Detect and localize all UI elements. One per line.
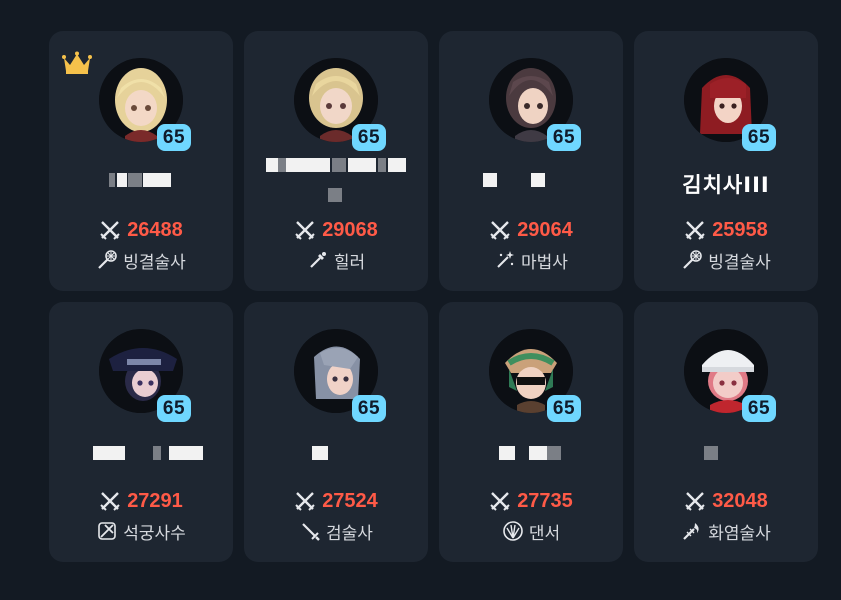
crossed-swords-icon xyxy=(685,221,705,240)
magic-wand-icon xyxy=(497,251,515,268)
combat-power: 29064 xyxy=(439,217,623,243)
combat-power: 26488 xyxy=(49,217,233,243)
player-card[interactable]: 65 27524 검술사 xyxy=(244,302,428,562)
level-badge: 65 xyxy=(157,124,191,151)
crossbow-icon xyxy=(98,522,117,540)
player-grid: 65 26488 빙결술사 65 29068 힐러 65 29064 마법사 6… xyxy=(49,31,818,562)
level-badge: 65 xyxy=(352,124,386,151)
player-card[interactable]: 65 김치사III 25958 빙결술사 xyxy=(634,31,818,291)
player-card[interactable]: 65 27735 댄서 xyxy=(439,302,623,562)
player-card[interactable]: 65 27291 석궁사수 xyxy=(49,302,233,562)
combat-power: 32048 xyxy=(634,488,818,514)
level-badge: 65 xyxy=(742,124,776,151)
crossed-swords-icon xyxy=(490,221,510,240)
combat-power-value: 25958 xyxy=(712,218,768,241)
combat-power: 25958 xyxy=(634,217,818,243)
class-label: 석궁사수 xyxy=(123,523,186,544)
player-card[interactable]: 65 29064 마법사 xyxy=(439,31,623,291)
combat-power-value: 29064 xyxy=(517,218,573,241)
class-info: 석궁사수 xyxy=(49,518,233,544)
class-info: 화염술사 xyxy=(634,518,818,544)
frost-staff-icon xyxy=(683,250,703,269)
combat-power-value: 32048 xyxy=(712,489,768,512)
player-name xyxy=(439,163,623,213)
combat-power-value: 26488 xyxy=(127,218,183,241)
player-name xyxy=(244,434,428,484)
crossed-swords-icon xyxy=(100,221,120,240)
flame-staff-icon xyxy=(683,523,699,540)
class-info: 빙결술사 xyxy=(634,247,818,273)
class-label: 댄서 xyxy=(528,523,561,544)
player-name: 김치사III xyxy=(682,173,770,197)
player-name xyxy=(49,163,233,213)
healer-wand-icon xyxy=(310,252,326,268)
combat-power-value: 29068 xyxy=(322,218,378,241)
combat-power: 29068 xyxy=(244,217,428,243)
class-label: 화염술사 xyxy=(708,523,771,544)
crossed-swords-icon xyxy=(685,492,705,511)
frost-staff-icon xyxy=(98,250,118,269)
crossed-swords-icon xyxy=(295,221,315,240)
player-card[interactable]: 65 26488 빙결술사 xyxy=(49,31,233,291)
combat-power: 27735 xyxy=(439,488,623,514)
level-badge: 65 xyxy=(157,395,191,422)
player-name xyxy=(244,158,428,213)
level-badge: 65 xyxy=(547,124,581,151)
player-name xyxy=(49,434,233,484)
class-info: 마법사 xyxy=(439,247,623,273)
class-label: 검술사 xyxy=(326,523,373,544)
combat-power: 27524 xyxy=(244,488,428,514)
combat-power-value: 27735 xyxy=(517,489,573,512)
class-label: 마법사 xyxy=(521,252,568,273)
class-label: 빙결술사 xyxy=(123,252,186,273)
level-badge: 65 xyxy=(547,395,581,422)
combat-power-value: 27524 xyxy=(322,489,378,512)
player-name xyxy=(439,434,623,484)
crossed-swords-icon xyxy=(100,492,120,511)
combat-power: 27291 xyxy=(49,488,233,514)
class-info: 빙결술사 xyxy=(49,247,233,273)
fan-icon xyxy=(503,521,523,541)
player-card[interactable]: 65 32048 화염술사 xyxy=(634,302,818,562)
level-badge: 65 xyxy=(352,395,386,422)
combat-power-value: 27291 xyxy=(127,489,183,512)
class-label: 빙결술사 xyxy=(708,252,771,273)
level-badge: 65 xyxy=(742,395,776,422)
crown-icon xyxy=(62,51,92,74)
class-info: 댄서 xyxy=(439,518,623,544)
player-name xyxy=(634,434,818,484)
class-info: 검술사 xyxy=(244,518,428,544)
crossed-swords-icon xyxy=(295,492,315,511)
sword-icon xyxy=(302,523,320,541)
class-info: 힐러 xyxy=(244,247,428,273)
crossed-swords-icon xyxy=(490,492,510,511)
player-card[interactable]: 65 29068 힐러 xyxy=(244,31,428,291)
class-label: 힐러 xyxy=(333,252,366,273)
